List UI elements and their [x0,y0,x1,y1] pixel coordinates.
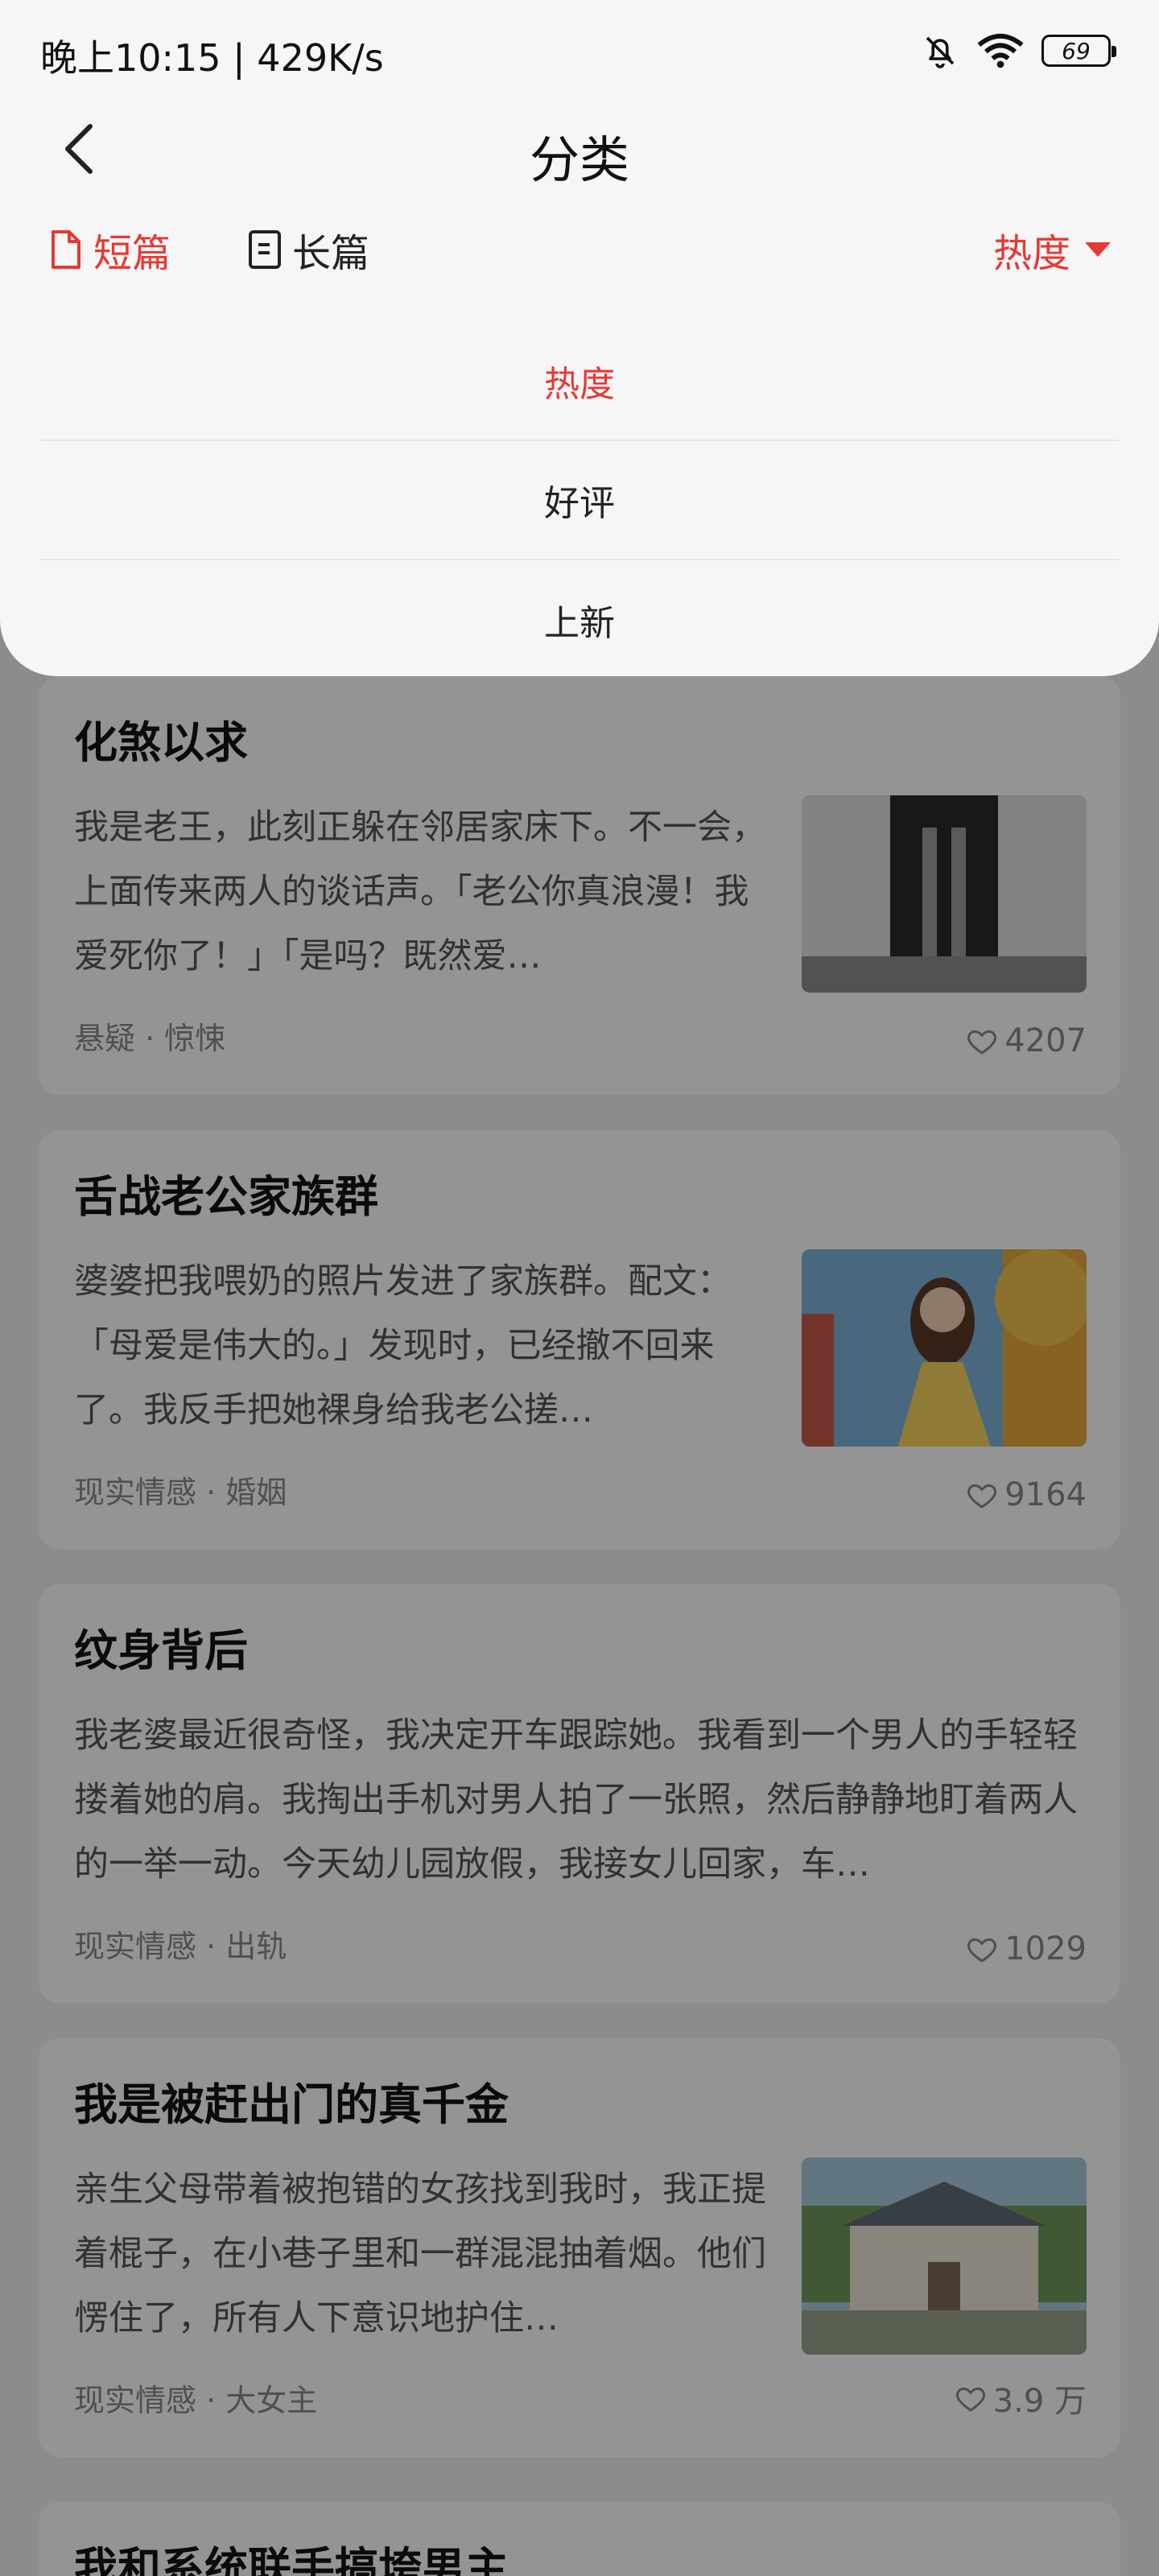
sort-current-label: 热度 [992,231,1070,276]
status-icons: 69 [921,31,1116,71]
bell-muted-icon [926,36,955,68]
book-icon [249,230,281,269]
sort-option-hot[interactable]: 热度 [40,322,1119,441]
sort-option-rating[interactable]: 好评 [40,441,1119,560]
status-bar: 晚上10:15 | 429K/s 69 [0,0,1159,105]
tab-short[interactable]: 短篇 [47,221,171,278]
tab-short-label: 短篇 [93,231,171,276]
battery-icon: 69 [1041,35,1116,67]
sort-menu: 热度 好评 上新 [40,322,1119,679]
tab-long[interactable]: 长篇 [245,221,369,278]
wifi-icon [977,33,1024,68]
category-tabs: 短篇 长篇 热度 [0,221,1159,294]
page-title: 分类 [529,130,629,189]
battery-level: 69 [1062,37,1091,64]
status-time: 晚上10:15 | 429K/s [40,36,384,80]
nav-bar: 分类 [0,105,1159,193]
sort-dropdown-button[interactable]: 热度 [993,221,1111,278]
sort-option-new[interactable]: 上新 [40,560,1119,679]
sort-dropdown-panel: 晚上10:15 | 429K/s 69 分类 短篇 长篇 热度 热度 好评 上新 [0,0,1159,676]
caret-down-icon [1085,242,1111,257]
document-icon [52,230,80,269]
tab-long-label: 长篇 [292,231,370,276]
